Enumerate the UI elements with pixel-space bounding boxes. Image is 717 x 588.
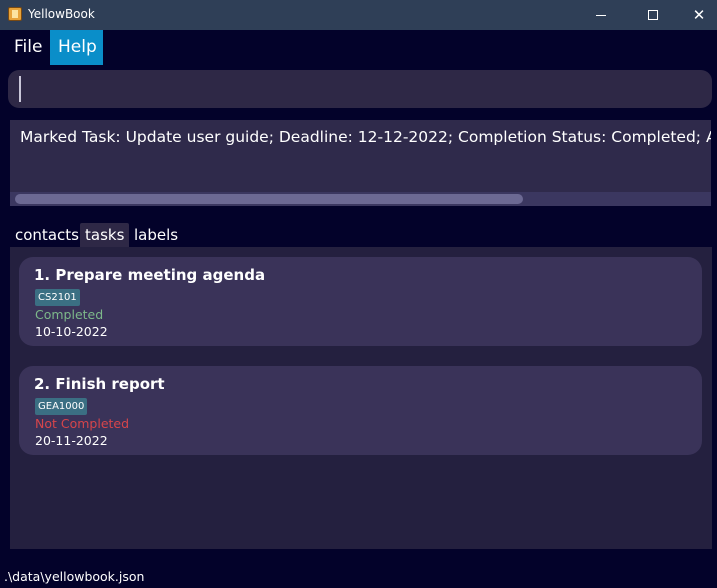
horizontal-scrollbar[interactable]	[10, 192, 711, 206]
task-title: 2. Finish report	[34, 375, 165, 393]
maximize-button[interactable]	[630, 0, 676, 30]
tab-tasks[interactable]: tasks	[80, 223, 130, 247]
data-file-path: .\data\yellowbook.json	[4, 569, 145, 584]
task-label-chip: CS2101	[35, 289, 80, 306]
minimize-icon	[596, 14, 606, 16]
task-status: Completed	[35, 307, 104, 322]
command-input[interactable]	[8, 70, 712, 108]
minimize-button[interactable]	[578, 0, 624, 30]
task-card[interactable]: 1. Prepare meeting agenda CS2101 Complet…	[19, 257, 702, 346]
task-deadline: 20-11-2022	[35, 433, 108, 448]
title-bar: YellowBook ✕	[0, 0, 717, 30]
window-title: YellowBook	[28, 7, 95, 21]
maximize-icon	[648, 10, 658, 20]
tab-contacts[interactable]: contacts	[10, 223, 84, 247]
task-label-chip: GEA1000	[35, 398, 88, 415]
task-card[interactable]: 2. Finish report GEA1000 Not Completed 2…	[19, 366, 702, 455]
menu-file[interactable]: File	[8, 30, 48, 65]
scrollbar-thumb[interactable]	[15, 194, 523, 204]
tab-labels[interactable]: labels	[129, 223, 183, 247]
task-deadline: 10-10-2022	[35, 324, 108, 339]
close-button[interactable]: ✕	[676, 0, 717, 30]
task-status: Not Completed	[35, 416, 130, 431]
text-cursor	[19, 76, 21, 102]
menu-bar: File Help	[0, 30, 717, 65]
close-icon: ✕	[692, 5, 706, 24]
menu-help[interactable]: Help	[50, 30, 103, 65]
yellowbook-app-icon	[8, 7, 22, 21]
status-bar: .\data\yellowbook.json	[0, 560, 717, 588]
task-list[interactable]: 1. Prepare meeting agenda CS2101 Complet…	[10, 247, 712, 549]
result-display: Marked Task: Update user guide; Deadline…	[10, 120, 711, 206]
task-title: 1. Prepare meeting agenda	[34, 266, 266, 284]
result-message: Marked Task: Update user guide; Deadline…	[20, 128, 711, 146]
